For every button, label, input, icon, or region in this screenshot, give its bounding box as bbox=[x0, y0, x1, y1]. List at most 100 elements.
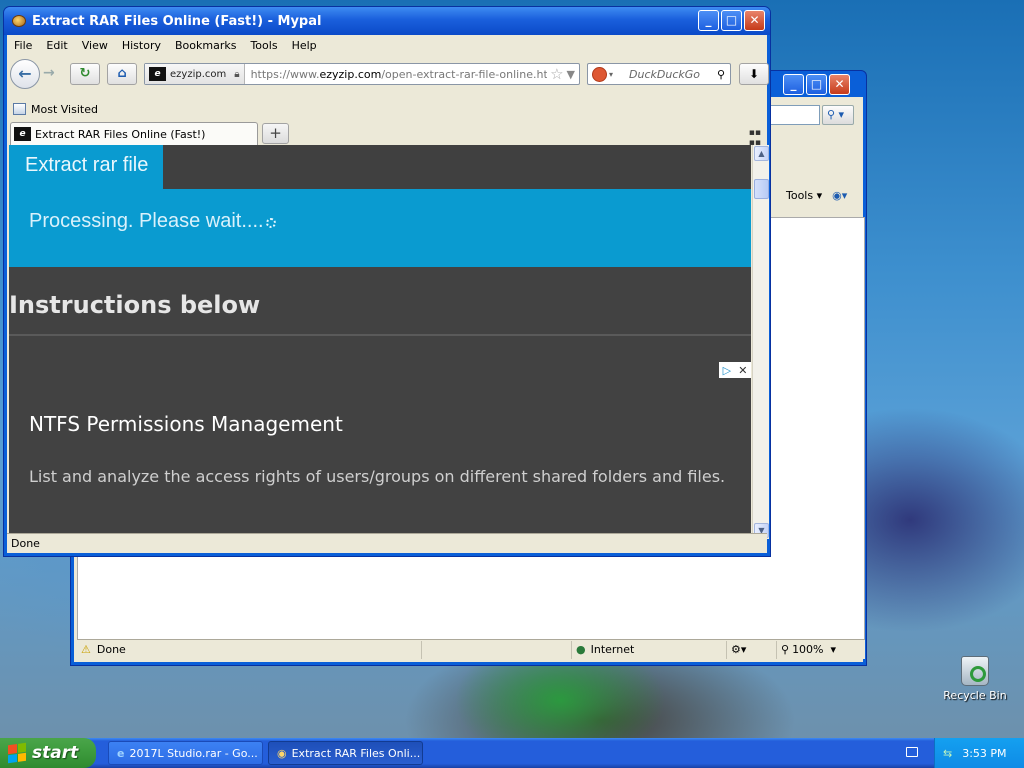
ad-close-icon[interactable]: ✕ bbox=[738, 364, 747, 377]
ie-close-button[interactable]: ✕ bbox=[829, 74, 850, 95]
ie-status-empty bbox=[422, 640, 572, 659]
menu-bookmarks[interactable]: Bookmarks bbox=[168, 39, 243, 52]
back-button[interactable]: ← bbox=[10, 59, 40, 89]
recycle-bin-desktop-icon[interactable]: Recycle Bin bbox=[940, 656, 1010, 702]
mypal-icon: ◉ bbox=[277, 746, 287, 760]
url-prefix: https://www. bbox=[250, 67, 320, 81]
adchoices-badge[interactable]: ▷ ✕ bbox=[719, 362, 751, 378]
zoom-icon: ⚲ bbox=[781, 643, 790, 656]
windows-logo-icon bbox=[8, 742, 26, 764]
url-text[interactable]: https://www.ezyzip.com/open-extract-rar-… bbox=[245, 68, 548, 81]
url-path: /open-extract-rar-file-online.html bbox=[381, 67, 548, 81]
shield-icon: ⚙▾ bbox=[731, 643, 747, 656]
window-title: Extract RAR Files Online (Fast!) - Mypal bbox=[32, 13, 322, 29]
divider bbox=[9, 334, 751, 336]
ezyzip-favicon-icon: e bbox=[149, 67, 166, 81]
reload-button[interactable]: ↻ bbox=[70, 63, 100, 85]
browser-client: File Edit View History Bookmarks Tools H… bbox=[7, 35, 769, 553]
site-identity-button[interactable]: e ezyzip.com 🔒︎ bbox=[145, 64, 245, 84]
forward-arrow-icon: → bbox=[43, 65, 55, 81]
loading-spinner-icon bbox=[265, 218, 276, 228]
web-page: Extract rar file Processing. Please wait… bbox=[9, 145, 751, 539]
ie-protected-mode[interactable]: ⚙▾ bbox=[727, 640, 777, 659]
ie-status-bar: ⚠ Done ● Internet ⚙▾ ⚲ 100% ▾ bbox=[77, 639, 865, 659]
menu-history[interactable]: History bbox=[115, 39, 168, 52]
menu-tools[interactable]: Tools bbox=[243, 39, 284, 52]
bookmark-folder-icon bbox=[13, 103, 26, 115]
tab-title: Extract RAR Files Online (Fast!) bbox=[35, 127, 206, 141]
most-visited-bookmark[interactable]: Most Visited bbox=[31, 103, 98, 116]
forward-button[interactable]: → bbox=[43, 65, 55, 81]
browser-window: Extract RAR Files Online (Fast!) - Mypal… bbox=[3, 6, 771, 557]
site-header: Extract rar file bbox=[9, 145, 751, 189]
plus-icon: + bbox=[269, 124, 282, 142]
ie-minimize-button[interactable]: _ bbox=[783, 74, 804, 95]
title-buttons: _ □ ✕ bbox=[698, 10, 765, 31]
network-icon[interactable]: ⇆ bbox=[943, 747, 952, 760]
ad-description[interactable]: List and analyze the access rights of us… bbox=[29, 467, 725, 486]
scroll-thumb[interactable] bbox=[754, 179, 769, 199]
lock-icon: 🔒︎ bbox=[234, 68, 240, 80]
status-bar: Done bbox=[7, 533, 767, 553]
recycle-bin-label: Recycle Bin bbox=[943, 689, 1007, 702]
bookmarks-toolbar: Most Visited bbox=[13, 101, 98, 117]
tab-extract-rar[interactable]: e Extract RAR Files Online (Fast!) bbox=[10, 122, 258, 145]
bookmark-star-icon[interactable]: ☆ bbox=[547, 65, 566, 83]
taskbar-item-mypal[interactable]: ◉ Extract RAR Files Onli... bbox=[268, 741, 423, 765]
search-icon: ⚲ bbox=[827, 108, 836, 121]
url-bar[interactable]: e ezyzip.com 🔒︎ https://www.ezyzip.com/o… bbox=[144, 63, 580, 85]
ie-status-zone: ● Internet bbox=[572, 640, 727, 659]
menu-edit[interactable]: Edit bbox=[39, 39, 74, 52]
identity-label: ezyzip.com bbox=[170, 68, 227, 80]
ad-title[interactable]: NTFS Permissions Management bbox=[29, 412, 343, 436]
taskbar-item-ie[interactable]: e 2017L Studio.rar - Go... bbox=[108, 741, 263, 765]
ie-title-buttons: _ □ ✕ bbox=[783, 74, 850, 95]
close-button[interactable]: ✕ bbox=[744, 10, 765, 31]
url-dropdown-icon[interactable]: ▼ bbox=[567, 68, 579, 81]
menu-help[interactable]: Help bbox=[285, 39, 324, 52]
clock[interactable]: 3:53 PM bbox=[962, 747, 1006, 760]
tab-strip: e Extract RAR Files Online (Fast!) + ▪▪ ▪… bbox=[7, 121, 767, 148]
navigation-toolbar: ← → ↻ ⌂ e ezyzip.com 🔒︎ https://www.ezyz… bbox=[7, 56, 769, 90]
ie-search-button[interactable]: ⚲ ▾ bbox=[822, 105, 854, 125]
menu-file[interactable]: File bbox=[7, 39, 39, 52]
back-arrow-icon: ← bbox=[18, 64, 32, 83]
tab-favicon-icon: e bbox=[14, 127, 31, 141]
extract-rar-tab[interactable]: Extract rar file bbox=[9, 145, 163, 189]
maximize-button[interactable]: □ bbox=[721, 10, 742, 31]
processing-panel: Processing. Please wait.... bbox=[9, 189, 751, 267]
scroll-up-icon[interactable]: ▲ bbox=[754, 146, 769, 161]
home-button[interactable]: ⌂ bbox=[107, 63, 137, 85]
instructions-heading: Instructions below bbox=[9, 291, 261, 319]
ie-zoom[interactable]: ⚲ 100% ▾ bbox=[777, 641, 857, 659]
taskbar-item-label: Extract RAR Files Onli... bbox=[291, 746, 421, 760]
duckduckgo-icon[interactable] bbox=[592, 66, 607, 82]
minimize-button[interactable]: _ bbox=[698, 10, 719, 31]
status-text: Done bbox=[11, 537, 40, 550]
start-button[interactable]: start bbox=[0, 738, 96, 768]
download-arrow-icon: ⬇ bbox=[748, 67, 760, 81]
recycle-bin-icon bbox=[961, 656, 989, 686]
adchoices-icon: ▷ bbox=[722, 363, 732, 377]
reload-icon: ↻ bbox=[79, 66, 91, 81]
help-icon[interactable]: ◉▾ bbox=[832, 189, 847, 202]
search-icon[interactable]: ⚲ bbox=[717, 68, 730, 81]
system-tray: ⇆ 3:53 PM bbox=[934, 738, 1024, 768]
search-placeholder: DuckDuckGo bbox=[629, 67, 700, 81]
keyboard-icon[interactable] bbox=[906, 747, 918, 757]
home-icon: ⌂ bbox=[117, 66, 127, 81]
mypal-app-icon bbox=[12, 15, 26, 27]
taskbar-item-label: 2017L Studio.rar - Go... bbox=[129, 746, 258, 760]
ie-status-done: ⚠ Done bbox=[77, 640, 422, 659]
downloads-button[interactable]: ⬇ bbox=[739, 63, 769, 85]
ie-maximize-button[interactable]: □ bbox=[806, 74, 827, 95]
ie-tools-menu[interactable]: Tools ▾ bbox=[786, 189, 822, 202]
ie-icon: e bbox=[117, 746, 125, 760]
menu-view[interactable]: View bbox=[75, 39, 115, 52]
new-tab-button[interactable]: + bbox=[262, 123, 289, 144]
search-bar[interactable]: ▾ DuckDuckGo ⚲ bbox=[587, 63, 731, 85]
taskbar: start e 2017L Studio.rar - Go... ◉ Extra… bbox=[0, 738, 1024, 768]
title-bar: Extract RAR Files Online (Fast!) - Mypal bbox=[4, 7, 770, 35]
vertical-scrollbar[interactable]: ▲ ▼ bbox=[752, 145, 769, 539]
url-domain: ezyzip.com bbox=[319, 67, 382, 81]
